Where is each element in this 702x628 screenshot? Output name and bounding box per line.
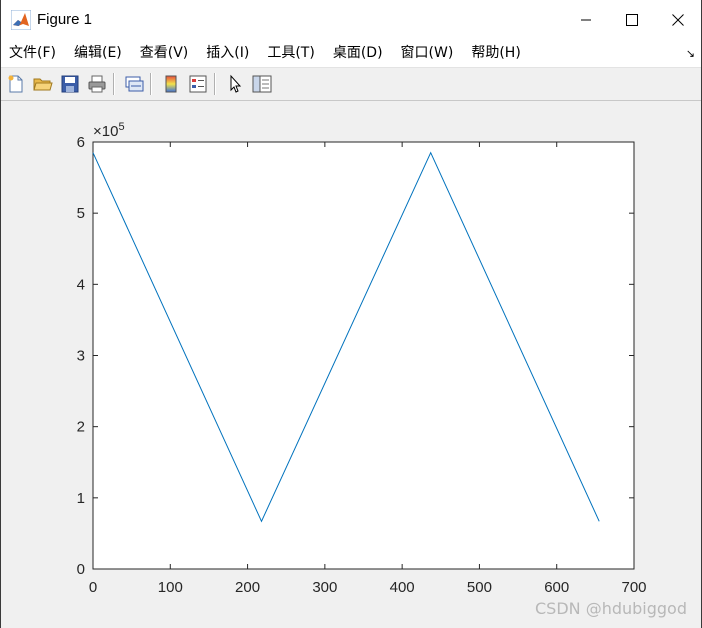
x-tick-label: 300 [312, 579, 337, 596]
menu-view[interactable]: 查看(V) [131, 39, 198, 67]
y-tick-label: 3 [77, 348, 85, 365]
x-tick-label: 700 [621, 579, 646, 596]
save-button[interactable] [58, 72, 82, 96]
open-file-icon [33, 78, 53, 91]
menu-bar: 文件(F) 编辑(E) 查看(V) 插入(I) 工具(T) 桌面(D) 窗口(W… [1, 39, 701, 68]
x-tick-label: 0 [89, 579, 97, 596]
maximize-icon [626, 13, 638, 26]
x-tick-label: 400 [390, 579, 415, 596]
open-file-button[interactable] [31, 72, 55, 96]
y-tick-label: 1 [77, 490, 85, 507]
window-title: Figure 1 [37, 11, 93, 28]
plot-area [92, 141, 635, 570]
close-button[interactable] [655, 0, 701, 39]
figure-toolbar [1, 68, 701, 101]
figure-window: Figure 1 文件(F) 编辑(E) 查看(V) 插入(I) 工具(T) 桌… [0, 0, 702, 628]
menu-edit[interactable]: 编辑(E) [65, 39, 131, 67]
new-figure-button[interactable] [4, 72, 28, 96]
line-chart[interactable]: 0 100 200 300 400 500 600 700 0 1 2 3 4 5 6 ×105 [1, 101, 701, 628]
minimize-button[interactable] [563, 0, 609, 39]
watermark-text: CSDN @hdubiggod [535, 599, 687, 618]
legend-button[interactable] [186, 72, 210, 96]
pointer-icon [230, 74, 242, 93]
toolbar-separator [214, 73, 216, 95]
legend-icon [189, 75, 207, 93]
property-editor-icon [252, 75, 272, 93]
menu-desktop[interactable]: 桌面(D) [324, 39, 392, 67]
x-tick-label: 200 [235, 579, 260, 596]
print-icon [88, 75, 106, 93]
print-button[interactable] [85, 72, 109, 96]
menu-tools[interactable]: 工具(T) [258, 39, 323, 67]
x-tick-label: 600 [544, 579, 569, 596]
link-plot-button[interactable] [122, 72, 146, 96]
x-tick-label: 500 [467, 579, 492, 596]
new-figure-icon [8, 75, 23, 93]
y-tick-label: 0 [77, 561, 85, 578]
pointer-button[interactable] [223, 72, 247, 96]
toolbar-separator [113, 73, 115, 95]
y-exponent-label: ×105 [93, 121, 125, 140]
close-icon [672, 13, 684, 26]
title-bar[interactable]: Figure 1 [1, 0, 701, 39]
property-editor-button[interactable] [250, 72, 274, 96]
menu-insert[interactable]: 插入(I) [197, 39, 258, 67]
maximize-button[interactable] [609, 0, 655, 39]
y-tick-label: 6 [77, 134, 85, 151]
menu-window[interactable]: 窗口(W) [392, 39, 463, 67]
toolbar-separator [150, 73, 152, 95]
link-plot-icon [125, 76, 144, 92]
y-tick-label: 2 [77, 419, 85, 436]
menu-help[interactable]: 帮助(H) [462, 39, 529, 67]
menu-file[interactable]: 文件(F) [1, 39, 65, 67]
colorbar-icon [165, 75, 177, 93]
colorbar-button[interactable] [159, 72, 183, 96]
y-tick-label: 4 [77, 276, 85, 293]
matlab-logo-icon [11, 9, 31, 30]
minimize-icon [581, 19, 591, 20]
x-tick-label: 100 [158, 579, 183, 596]
figure-canvas: 0 100 200 300 400 500 600 700 0 1 2 3 4 5 6 ×105 CSDN … [1, 101, 701, 628]
save-icon [61, 75, 79, 93]
y-tick-label: 5 [77, 205, 85, 222]
dock-arrow-icon[interactable]: ↘ [686, 47, 695, 60]
window-controls [563, 0, 701, 39]
